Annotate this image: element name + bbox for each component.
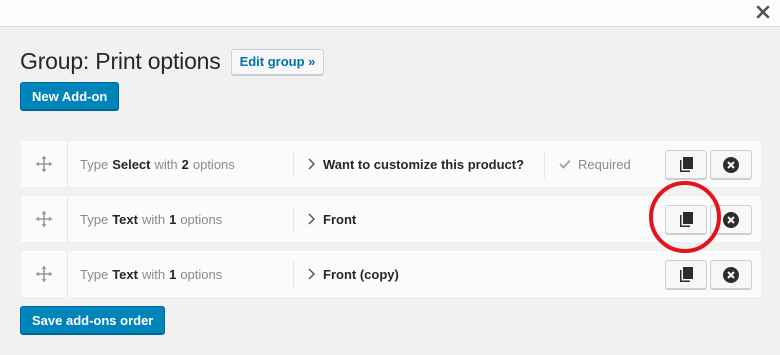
copy-icon [679,267,693,282]
addon-row: Type Text with 1 options Front (copy) [20,250,762,298]
new-addon-button[interactable]: New Add-on [20,82,120,110]
drag-handle[interactable] [21,141,68,187]
option-count: 1 [169,266,177,282]
remove-circle-icon [723,266,739,283]
duplicate-button[interactable] [665,150,707,179]
divider [544,151,545,178]
remove-button[interactable] [710,260,752,289]
remove-button[interactable] [710,150,752,179]
addon-title-toggle[interactable]: Front (copy) [308,251,399,297]
move-icon [36,156,52,172]
addon-title: Front [323,211,357,227]
addon-type: Select [112,156,151,172]
divider [293,206,294,233]
duplicate-button[interactable] [665,260,707,289]
option-count: 1 [169,211,177,227]
addon-type: Text [112,266,138,282]
close-icon[interactable] [754,3,772,21]
move-icon [36,266,52,282]
chevron-right-icon [308,158,315,170]
edit-group-button[interactable]: Edit group » [230,48,325,75]
chevron-right-icon [308,268,315,280]
drag-handle[interactable] [21,251,68,297]
copy-icon [679,157,693,172]
required-indicator: Required [559,141,631,187]
group-header: Group: Print options Edit group » [20,48,325,75]
checkmark-icon [559,159,571,169]
duplicate-button[interactable] [665,205,707,234]
addon-row: Type Select with 2 options Want to custo… [20,140,762,188]
addon-title-toggle[interactable]: Want to customize this product? [308,141,524,187]
remove-button[interactable] [710,205,752,234]
divider [293,151,294,178]
save-addons-order-button[interactable]: Save add-ons order [20,306,166,334]
option-count: 2 [181,156,189,172]
addon-title: Front (copy) [323,266,399,282]
chevron-right-icon [308,213,315,225]
page-title: Group: Print options [20,48,221,74]
addon-row: Type Text with 1 options Front [20,195,762,243]
addon-type: Text [112,211,138,227]
move-icon [36,211,52,227]
divider [293,261,294,288]
addon-title-toggle[interactable]: Front [308,196,356,242]
remove-circle-icon [723,211,739,228]
drag-handle[interactable] [21,196,68,242]
addon-type-summary: Type Text with 1 options [80,266,223,282]
remove-circle-icon [723,156,739,173]
modal-topbar [0,0,780,27]
addon-title: Want to customize this product? [323,156,525,172]
copy-icon [679,212,693,227]
addon-type-summary: Type Text with 1 options [80,211,223,227]
addon-type-summary: Type Select with 2 options [80,156,235,172]
